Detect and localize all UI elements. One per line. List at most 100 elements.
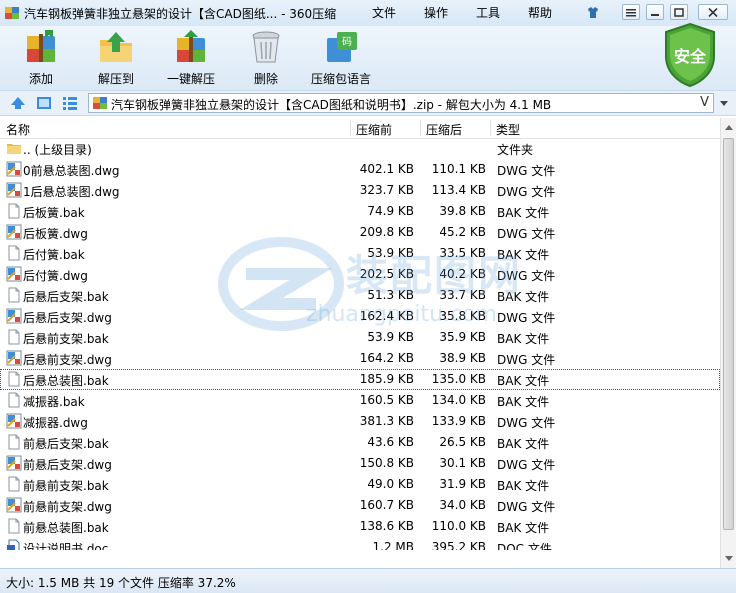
- dropdown-arrow-icon[interactable]: [716, 95, 732, 111]
- file-size: 51.3 KB: [367, 288, 414, 302]
- file-row[interactable]: 前悬总装图.bak 138.6 KB 110.0 KB BAK 文件: [0, 516, 720, 537]
- scroll-down-icon[interactable]: [722, 550, 736, 566]
- address-path: 汽车钢板弹簧非独立悬架的设计【含CAD图纸和说明书】.zip - 解包大小为 4…: [111, 98, 552, 112]
- file-row[interactable]: 设计说明书.doc 1.2 MB 395.2 KB DOC 文件: [0, 537, 720, 550]
- file-row[interactable]: 后悬前支架.bak 53.9 KB 35.9 KB BAK 文件: [0, 327, 720, 348]
- scrollbar-thumb[interactable]: [723, 138, 734, 530]
- file-row[interactable]: 0前悬总装图.dwg 402.1 KB 110.1 KB DWG 文件: [0, 159, 720, 180]
- file-row[interactable]: 后板簧.bak 74.9 KB 39.8 KB BAK 文件: [0, 201, 720, 222]
- file-row[interactable]: 后悬前支架.dwg 164.2 KB 38.9 KB DWG 文件: [0, 348, 720, 369]
- status-text: 大小: 1.5 MB 共 19 个文件 压缩率 37.2%: [6, 576, 236, 590]
- file-size: 209.8 KB: [359, 225, 414, 239]
- zip-file-icon: [93, 97, 107, 109]
- file-row[interactable]: 前悬前支架.dwg 160.7 KB 34.0 KB DWG 文件: [0, 495, 720, 516]
- menu-dropdown-button[interactable]: [622, 4, 640, 20]
- skin-button[interactable]: [584, 4, 602, 20]
- file-packed-size: 26.5 KB: [439, 435, 486, 449]
- address-history-chevron[interactable]: V: [700, 95, 709, 110]
- file-type: DWG 文件: [497, 500, 556, 514]
- file-row[interactable]: 后付簧.dwg 202.5 KB 40.2 KB DWG 文件: [0, 264, 720, 285]
- file-name: 前悬后支架.dwg: [23, 458, 112, 472]
- column-name[interactable]: 名称: [6, 121, 30, 138]
- extract-to-button[interactable]: 解压到: [81, 30, 151, 87]
- minimize-button[interactable]: [646, 4, 664, 20]
- file-name: 前悬总装图.bak: [23, 521, 109, 535]
- file-packed-size: 135.0 KB: [431, 372, 486, 386]
- file-list[interactable]: .. (上级目录) 文件夹 0前悬总装图.dwg 402.1 KB 110.1 KB DW…: [0, 138, 720, 550]
- file-row[interactable]: 后悬后支架.dwg 162.4 KB 35.8 KB DWG 文件: [0, 306, 720, 327]
- menu-help[interactable]: 帮助: [528, 4, 552, 21]
- file-row[interactable]: 减振器.bak 160.5 KB 134.0 KB BAK 文件: [0, 390, 720, 411]
- menu-operation[interactable]: 操作: [424, 4, 448, 21]
- add-label: 添加: [28, 72, 53, 86]
- maximize-button[interactable]: [670, 4, 688, 20]
- file-name: 后悬总装图.bak: [23, 374, 109, 388]
- add-books-icon: [27, 30, 55, 62]
- bak-file-icon: [8, 392, 20, 408]
- delete-button[interactable]: 删除: [231, 30, 301, 87]
- trash-bin-icon: [252, 31, 280, 63]
- column-divider[interactable]: [420, 120, 421, 136]
- file-size: 43.6 KB: [367, 435, 414, 449]
- file-packed-size: 33.7 KB: [439, 288, 486, 302]
- file-row[interactable]: 减振器.dwg 381.3 KB 133.9 KB DWG 文件: [0, 411, 720, 432]
- archive-language-label: 压缩包语言: [310, 72, 371, 86]
- file-name: 后悬前支架.bak: [23, 332, 109, 346]
- file-type: BAK 文件: [497, 521, 550, 535]
- archive-language-button[interactable]: 码 压缩包语言: [306, 30, 376, 87]
- file-name: 减振器.dwg: [23, 416, 88, 430]
- list-view-icon[interactable]: [62, 95, 78, 111]
- file-row[interactable]: 后付簧.bak 53.9 KB 33.5 KB BAK 文件: [0, 243, 720, 264]
- file-row[interactable]: 后板簧.dwg 209.8 KB 45.2 KB DWG 文件: [0, 222, 720, 243]
- one-click-extract-label: 一键解压: [166, 72, 215, 86]
- file-name: 后悬后支架.bak: [23, 290, 109, 304]
- vertical-scrollbar[interactable]: [720, 118, 736, 568]
- file-packed-size: 39.8 KB: [439, 204, 486, 218]
- file-row[interactable]: 前悬前支架.bak 49.0 KB 31.9 KB BAK 文件: [0, 474, 720, 495]
- file-packed-size: 110.1 KB: [431, 162, 486, 176]
- file-size: 402.1 KB: [359, 162, 414, 176]
- delete-label: 删除: [253, 72, 278, 86]
- column-type[interactable]: 类型: [496, 121, 520, 138]
- address-bar: 汽车钢板弹簧非独立悬架的设计【含CAD图纸和说明书】.zip - 解包大小为 4…: [0, 90, 736, 116]
- file-type: BAK 文件: [497, 332, 550, 346]
- column-packed[interactable]: 压缩后: [426, 121, 462, 138]
- file-type: DWG 文件: [497, 353, 556, 367]
- scroll-up-icon[interactable]: [722, 120, 736, 136]
- file-row[interactable]: 后悬总装图.bak 185.9 KB 135.0 KB BAK 文件: [0, 369, 720, 390]
- one-click-extract-button[interactable]: 一键解压: [156, 30, 226, 87]
- file-size: 74.9 KB: [367, 204, 414, 218]
- file-name: 前悬后支架.bak: [23, 437, 109, 451]
- file-row[interactable]: 后悬后支架.bak 51.3 KB 33.7 KB BAK 文件: [0, 285, 720, 306]
- file-packed-size: 33.5 KB: [439, 246, 486, 260]
- add-button[interactable]: 添加: [6, 30, 76, 87]
- bak-file-icon: [8, 434, 20, 450]
- thumbnail-view-icon[interactable]: [36, 95, 52, 111]
- address-field[interactable]: 汽车钢板弹簧非独立悬架的设计【含CAD图纸和说明书】.zip - 解包大小为 4…: [88, 93, 714, 113]
- file-type: BAK 文件: [497, 374, 550, 388]
- menu-tools[interactable]: 工具: [476, 4, 500, 21]
- security-shield-icon[interactable]: 安全: [662, 22, 718, 88]
- file-row[interactable]: 前悬后支架.bak 43.6 KB 26.5 KB BAK 文件: [0, 432, 720, 453]
- file-name: 后付簧.bak: [23, 248, 85, 262]
- file-packed-size: 35.9 KB: [439, 330, 486, 344]
- file-row[interactable]: 前悬后支架.dwg 150.8 KB 30.1 KB DWG 文件: [0, 453, 720, 474]
- up-arrow-icon[interactable]: [10, 95, 26, 111]
- file-name: 前悬前支架.dwg: [23, 500, 112, 514]
- column-divider[interactable]: [490, 120, 491, 136]
- file-type: BAK 文件: [497, 290, 550, 304]
- close-button[interactable]: [698, 4, 728, 20]
- dwg-file-icon: [6, 308, 22, 324]
- bak-file-icon: [8, 287, 20, 303]
- bak-file-icon: [8, 371, 20, 387]
- archive-language-icon: 码: [327, 32, 357, 62]
- svg-text:码: 码: [342, 36, 352, 48]
- column-divider[interactable]: [350, 120, 351, 136]
- file-name: 0前悬总装图.dwg: [23, 164, 120, 178]
- file-row[interactable]: .. (上级目录) 文件夹: [0, 138, 720, 159]
- file-row[interactable]: 1后悬总装图.dwg 323.7 KB 113.4 KB DWG 文件: [0, 180, 720, 201]
- file-name: 后悬前支架.dwg: [23, 353, 112, 367]
- menu-file[interactable]: 文件: [372, 4, 396, 21]
- column-size[interactable]: 压缩前: [356, 121, 392, 138]
- file-type: DWG 文件: [497, 458, 556, 472]
